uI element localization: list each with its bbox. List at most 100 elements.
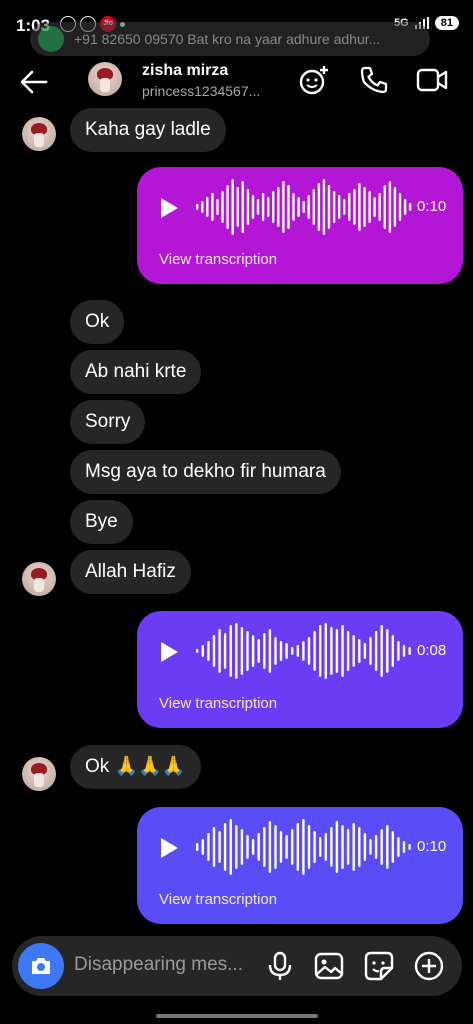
waveform-bar bbox=[196, 843, 199, 851]
waveform-bar bbox=[291, 829, 294, 865]
sender-avatar[interactable] bbox=[22, 757, 56, 791]
video-call-icon[interactable] bbox=[416, 64, 448, 96]
microphone-icon[interactable] bbox=[264, 950, 296, 982]
message-input[interactable]: Disappearing mes... bbox=[74, 954, 243, 976]
waveform-bar bbox=[251, 839, 255, 855]
waveform-bar bbox=[363, 833, 367, 861]
back-arrow-icon[interactable] bbox=[18, 66, 50, 98]
waveform-bar bbox=[388, 181, 392, 233]
message-composer: Disappearing mes... bbox=[12, 936, 462, 996]
waveform-bar bbox=[240, 829, 244, 865]
sticker-icon[interactable] bbox=[363, 950, 395, 982]
waveform-bar bbox=[256, 199, 260, 215]
waveform-bar bbox=[272, 191, 275, 223]
contact-name[interactable]: zisha mirza bbox=[142, 62, 228, 80]
chat-header: zisha mirza princess1234567... bbox=[0, 58, 473, 106]
waveform-bar bbox=[313, 831, 316, 863]
waveform-bar bbox=[302, 641, 305, 661]
waveform-bar bbox=[307, 825, 311, 869]
waveform-bar bbox=[307, 195, 310, 219]
contact-username[interactable]: princess1234567... bbox=[142, 83, 260, 99]
header-avatar[interactable] bbox=[88, 62, 122, 96]
waveform-bar bbox=[398, 193, 402, 221]
voice-message[interactable]: 0:08 View transcription bbox=[137, 611, 463, 728]
waveform-bar bbox=[231, 179, 234, 235]
waveform-bar bbox=[408, 844, 411, 850]
waveform-bar bbox=[274, 637, 277, 665]
waveform-bar bbox=[358, 639, 361, 663]
waveform-bar bbox=[207, 833, 210, 861]
waveform-bar bbox=[246, 631, 249, 671]
view-transcription-link[interactable]: View transcription bbox=[159, 251, 277, 268]
waveform-bar bbox=[313, 631, 316, 671]
message-bubble[interactable]: Ok bbox=[70, 300, 125, 344]
sender-avatar[interactable] bbox=[22, 117, 56, 151]
view-transcription-link[interactable]: View transcription bbox=[159, 891, 277, 908]
waveform-bar bbox=[201, 645, 204, 657]
add-more-icon[interactable] bbox=[413, 950, 445, 982]
waveform-bar bbox=[335, 821, 339, 873]
waveform-bar bbox=[257, 833, 260, 861]
waveform-bar bbox=[374, 835, 378, 859]
waveform-bar bbox=[302, 819, 305, 875]
message-bubble[interactable]: Ab nahi krte bbox=[70, 350, 202, 394]
waveform-bar bbox=[317, 183, 321, 231]
message-bubble[interactable]: Bye bbox=[70, 500, 133, 544]
waveform-bar bbox=[212, 827, 216, 867]
phone-call-icon[interactable] bbox=[358, 64, 390, 96]
gallery-icon[interactable] bbox=[313, 950, 345, 982]
message-bubble[interactable]: Kaha gay ladle bbox=[70, 108, 226, 152]
waveform-bar bbox=[212, 635, 216, 667]
waveform-bar bbox=[207, 641, 210, 661]
waveform-bar bbox=[343, 199, 346, 215]
waveform-bar bbox=[296, 823, 299, 871]
waveform-bar bbox=[380, 625, 383, 677]
waveform-bar bbox=[358, 827, 361, 867]
audio-waveform[interactable] bbox=[195, 819, 413, 875]
voice-message[interactable]: 0:10 View transcription bbox=[137, 807, 463, 924]
waveform-bar bbox=[223, 823, 227, 871]
waveform-bar bbox=[296, 645, 299, 657]
waveform-bar bbox=[374, 631, 378, 671]
home-indicator[interactable] bbox=[156, 1014, 318, 1018]
waveform-bar bbox=[196, 204, 199, 210]
audio-waveform[interactable] bbox=[195, 179, 413, 235]
waveform-bar bbox=[240, 627, 244, 675]
waveform-bar bbox=[307, 637, 311, 665]
message-bubble[interactable]: Sorry bbox=[70, 400, 146, 444]
camera-button[interactable] bbox=[18, 943, 64, 989]
waveform-bar bbox=[279, 831, 283, 863]
message-bubble[interactable]: Allah Hafiz bbox=[70, 550, 191, 594]
message-bubble[interactable]: Ok 🙏🙏🙏 bbox=[70, 745, 201, 789]
waveform-bar bbox=[363, 187, 366, 227]
sender-avatar[interactable] bbox=[22, 562, 56, 596]
voice-message[interactable]: 0:10 View transcription bbox=[137, 167, 463, 284]
waveform-bar bbox=[261, 193, 265, 221]
waveform-bar bbox=[196, 649, 199, 653]
camera-icon bbox=[32, 958, 50, 974]
waveform-bar bbox=[285, 643, 288, 659]
waveform-bar bbox=[335, 629, 339, 673]
waveform-bar bbox=[216, 199, 219, 215]
waveform-bar bbox=[322, 179, 326, 235]
waveform-bar bbox=[346, 829, 350, 865]
waveform-bar bbox=[403, 199, 407, 215]
waveform-bar bbox=[358, 183, 361, 231]
waveform-bar bbox=[251, 635, 255, 667]
waveform-bar bbox=[352, 823, 355, 871]
waveform-bar bbox=[251, 195, 255, 219]
add-effect-icon[interactable] bbox=[298, 64, 330, 96]
notification-banner[interactable]: +91 82650 09570 Bat kro na yaar adhure a… bbox=[30, 22, 430, 56]
play-icon[interactable] bbox=[159, 641, 179, 663]
message-bubble[interactable]: Msg aya to dekho fir humara bbox=[70, 450, 341, 494]
view-transcription-link[interactable]: View transcription bbox=[159, 695, 277, 712]
play-icon[interactable] bbox=[159, 837, 179, 859]
waveform-bar bbox=[268, 821, 272, 873]
waveform-bar bbox=[206, 197, 209, 217]
waveform-bar bbox=[279, 641, 283, 661]
play-icon[interactable] bbox=[159, 197, 179, 219]
audio-waveform[interactable] bbox=[195, 623, 413, 679]
waveform-bar bbox=[346, 631, 350, 671]
waveform-bar bbox=[380, 829, 383, 865]
waveform-bar bbox=[363, 643, 367, 659]
